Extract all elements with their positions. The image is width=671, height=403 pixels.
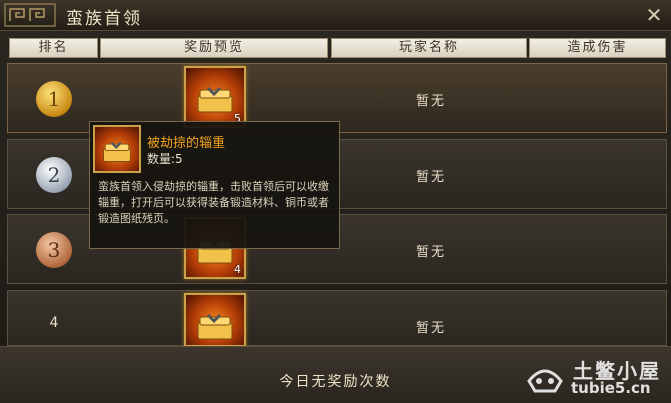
player-name: 暂无 xyxy=(415,170,446,185)
tooltip-item-quantity: 数量:5 xyxy=(147,152,183,166)
watermark: 土鳖小屋 tubie5.cn xyxy=(517,353,667,399)
column-header-reward: 奖励预览 xyxy=(100,38,328,58)
rank-number: 4 xyxy=(49,315,59,331)
player-name: 暂无 xyxy=(415,94,446,109)
reward-item[interactable] xyxy=(184,293,246,347)
watermark-url: tubie5.cn xyxy=(571,379,651,397)
bronze-medal-icon: 3 xyxy=(36,232,72,268)
supply-chest-icon xyxy=(103,141,131,162)
supply-chest-icon xyxy=(197,313,233,340)
reward-quantity: 4 xyxy=(234,263,241,276)
item-tooltip: 被劫掠的辎重 数量:5 蛮族首领入侵劫掠的辎重，击败首领后可以收缴辎重，打开后可… xyxy=(89,121,340,249)
column-header-rank: 排名 xyxy=(9,38,98,58)
table-row: 4 暂无 xyxy=(7,290,667,347)
window-title: 蛮族首领 xyxy=(66,9,142,29)
gamepad-logo-icon xyxy=(527,369,563,393)
supply-chest-icon xyxy=(197,86,233,113)
player-name: 暂无 xyxy=(415,245,446,260)
footer-bar: 今日无奖励次数 土鳖小屋 tubie5.cn xyxy=(0,346,671,403)
player-name: 暂无 xyxy=(415,321,446,336)
ranking-window: 蛮族首领 ✕ 排名 奖励预览 玩家名称 造成伤害 1 5 暂无 2 暂无 3 4… xyxy=(0,0,671,403)
column-header-damage: 造成伤害 xyxy=(529,38,666,58)
tooltip-item-name: 被劫掠的辎重 xyxy=(147,136,226,151)
title-bar: 蛮族首领 ✕ xyxy=(0,0,671,31)
silver-medal-icon: 2 xyxy=(36,157,72,193)
tooltip-item-description: 蛮族首领入侵劫掠的辎重，击败首领后可以收缴辎重，打开后可以获得装备锻造材料、铜币… xyxy=(98,180,329,225)
reward-item[interactable]: 5 xyxy=(184,66,246,128)
column-header-player: 玩家名称 xyxy=(331,38,527,58)
title-ornament-icon xyxy=(4,3,56,27)
close-icon[interactable]: ✕ xyxy=(643,4,665,26)
tooltip-item-icon xyxy=(93,125,141,173)
gold-medal-icon: 1 xyxy=(36,81,72,117)
